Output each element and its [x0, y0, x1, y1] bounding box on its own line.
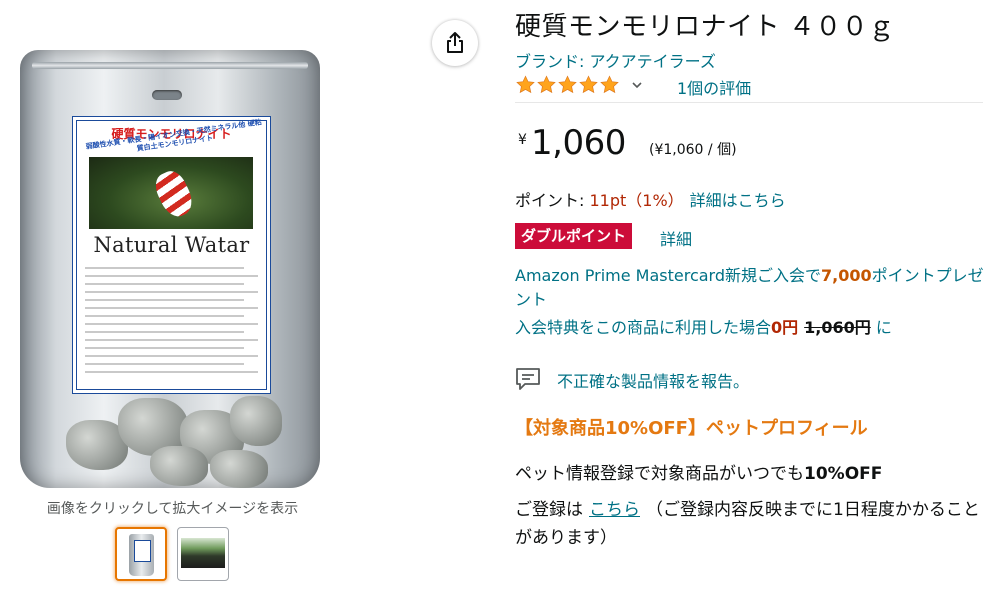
- star-icon: [558, 75, 577, 94]
- label-brand-text: Natural Watar: [93, 233, 250, 257]
- label-shrimp-photo: [89, 157, 253, 229]
- card-benefit-original-price: 1,060円: [804, 318, 871, 337]
- promo-register-link[interactable]: こちら: [589, 500, 640, 520]
- shrimp-illustration: [150, 166, 198, 222]
- star-icon: [579, 75, 598, 94]
- main-product-image[interactable]: 硬質モンモリロナイト 弱酸性水質・軟長・陽イオン交換・天然ミネラル他 硬粘質白土…: [20, 12, 322, 490]
- promo-description-text: ペット情報登録で対象商品がいつでも: [515, 464, 804, 484]
- card-offer-benefit[interactable]: 入会特典をこの商品に利用した場合0円 1,060円 に: [515, 314, 892, 338]
- image-zoom-caption: 画像をクリックして拡大イメージを表示: [46, 501, 299, 517]
- product-label: 硬質モンモリロナイト 弱酸性水質・軟長・陽イオン交換・天然ミネラル他 硬粘質白土…: [72, 116, 271, 394]
- promo-register-note: （ご登録内容反映までに1日程度かかることがあります）: [515, 500, 980, 548]
- thumbnail-label: [134, 540, 151, 562]
- thumbnail-1[interactable]: [115, 527, 167, 581]
- thumbnail-aquarium-photo: [181, 538, 225, 568]
- report-incorrect-info-link[interactable]: 不正確な製品情報を報告。: [557, 368, 749, 392]
- card-offer-text: Amazon Prime Mastercard新規ご入会で: [515, 266, 822, 285]
- share-button[interactable]: [432, 20, 478, 66]
- product-title: 硬質モンモリロナイト ４００ｇ: [515, 12, 895, 42]
- points-row: ポイント: 11pt（1%） 詳細はこちら: [515, 187, 786, 211]
- card-benefit-price: 0円: [771, 318, 799, 337]
- double-point-details-link[interactable]: 詳細: [660, 226, 692, 250]
- card-benefit-suffix: に: [870, 318, 892, 337]
- bag-zipper: [32, 62, 308, 69]
- stones-in-bag: [60, 390, 284, 490]
- star-rating[interactable]: [515, 75, 620, 95]
- label-fine-print: [85, 267, 258, 379]
- points-label: ポイント:: [515, 191, 590, 210]
- bag-hang-hole: [152, 90, 182, 100]
- promo-heading: 【対象商品10%OFF】ペットプロフィール: [515, 418, 868, 439]
- promo-description: ペット情報登録で対象商品がいつでも10%OFF: [515, 459, 882, 484]
- card-offer-amount: 7,000: [821, 266, 872, 285]
- section-divider: [515, 102, 983, 103]
- star-icon: [537, 75, 556, 94]
- points-details-link[interactable]: 詳細はこちら: [690, 191, 786, 210]
- ratings-count-link[interactable]: 1個の評価: [677, 75, 751, 99]
- brand-link[interactable]: ブランド: アクアテイラーズ: [515, 48, 716, 72]
- price-currency-symbol: ¥: [518, 132, 527, 148]
- share-icon: [447, 32, 463, 53]
- thumbnail-2[interactable]: [177, 527, 229, 581]
- double-point-badge: ダブルポイント: [515, 223, 633, 249]
- chevron-down-icon[interactable]: [630, 78, 644, 92]
- promo-register-prefix: ご登録は: [515, 500, 583, 520]
- feedback-icon[interactable]: [515, 367, 541, 391]
- promo-register-text: ご登録は こちら （ご登録内容反映までに1日程度かかることがあります）: [515, 496, 990, 552]
- price-value: 1,060: [531, 123, 626, 163]
- star-icon: [600, 75, 619, 94]
- promo-discount: 10%OFF: [804, 464, 883, 484]
- star-icon: [516, 75, 535, 94]
- product-bag: 硬質モンモリロナイト 弱酸性水質・軟長・陽イオン交換・天然ミネラル他 硬粘質白土…: [20, 50, 320, 488]
- unit-price: (¥1,060 / 個): [649, 142, 737, 158]
- card-offer-link[interactable]: Amazon Prime Mastercard新規ご入会で7,000ポイントプレ…: [515, 264, 985, 312]
- card-benefit-prefix: 入会特典をこの商品に利用した場合: [515, 318, 772, 337]
- points-value: 11pt（1%）: [589, 191, 684, 210]
